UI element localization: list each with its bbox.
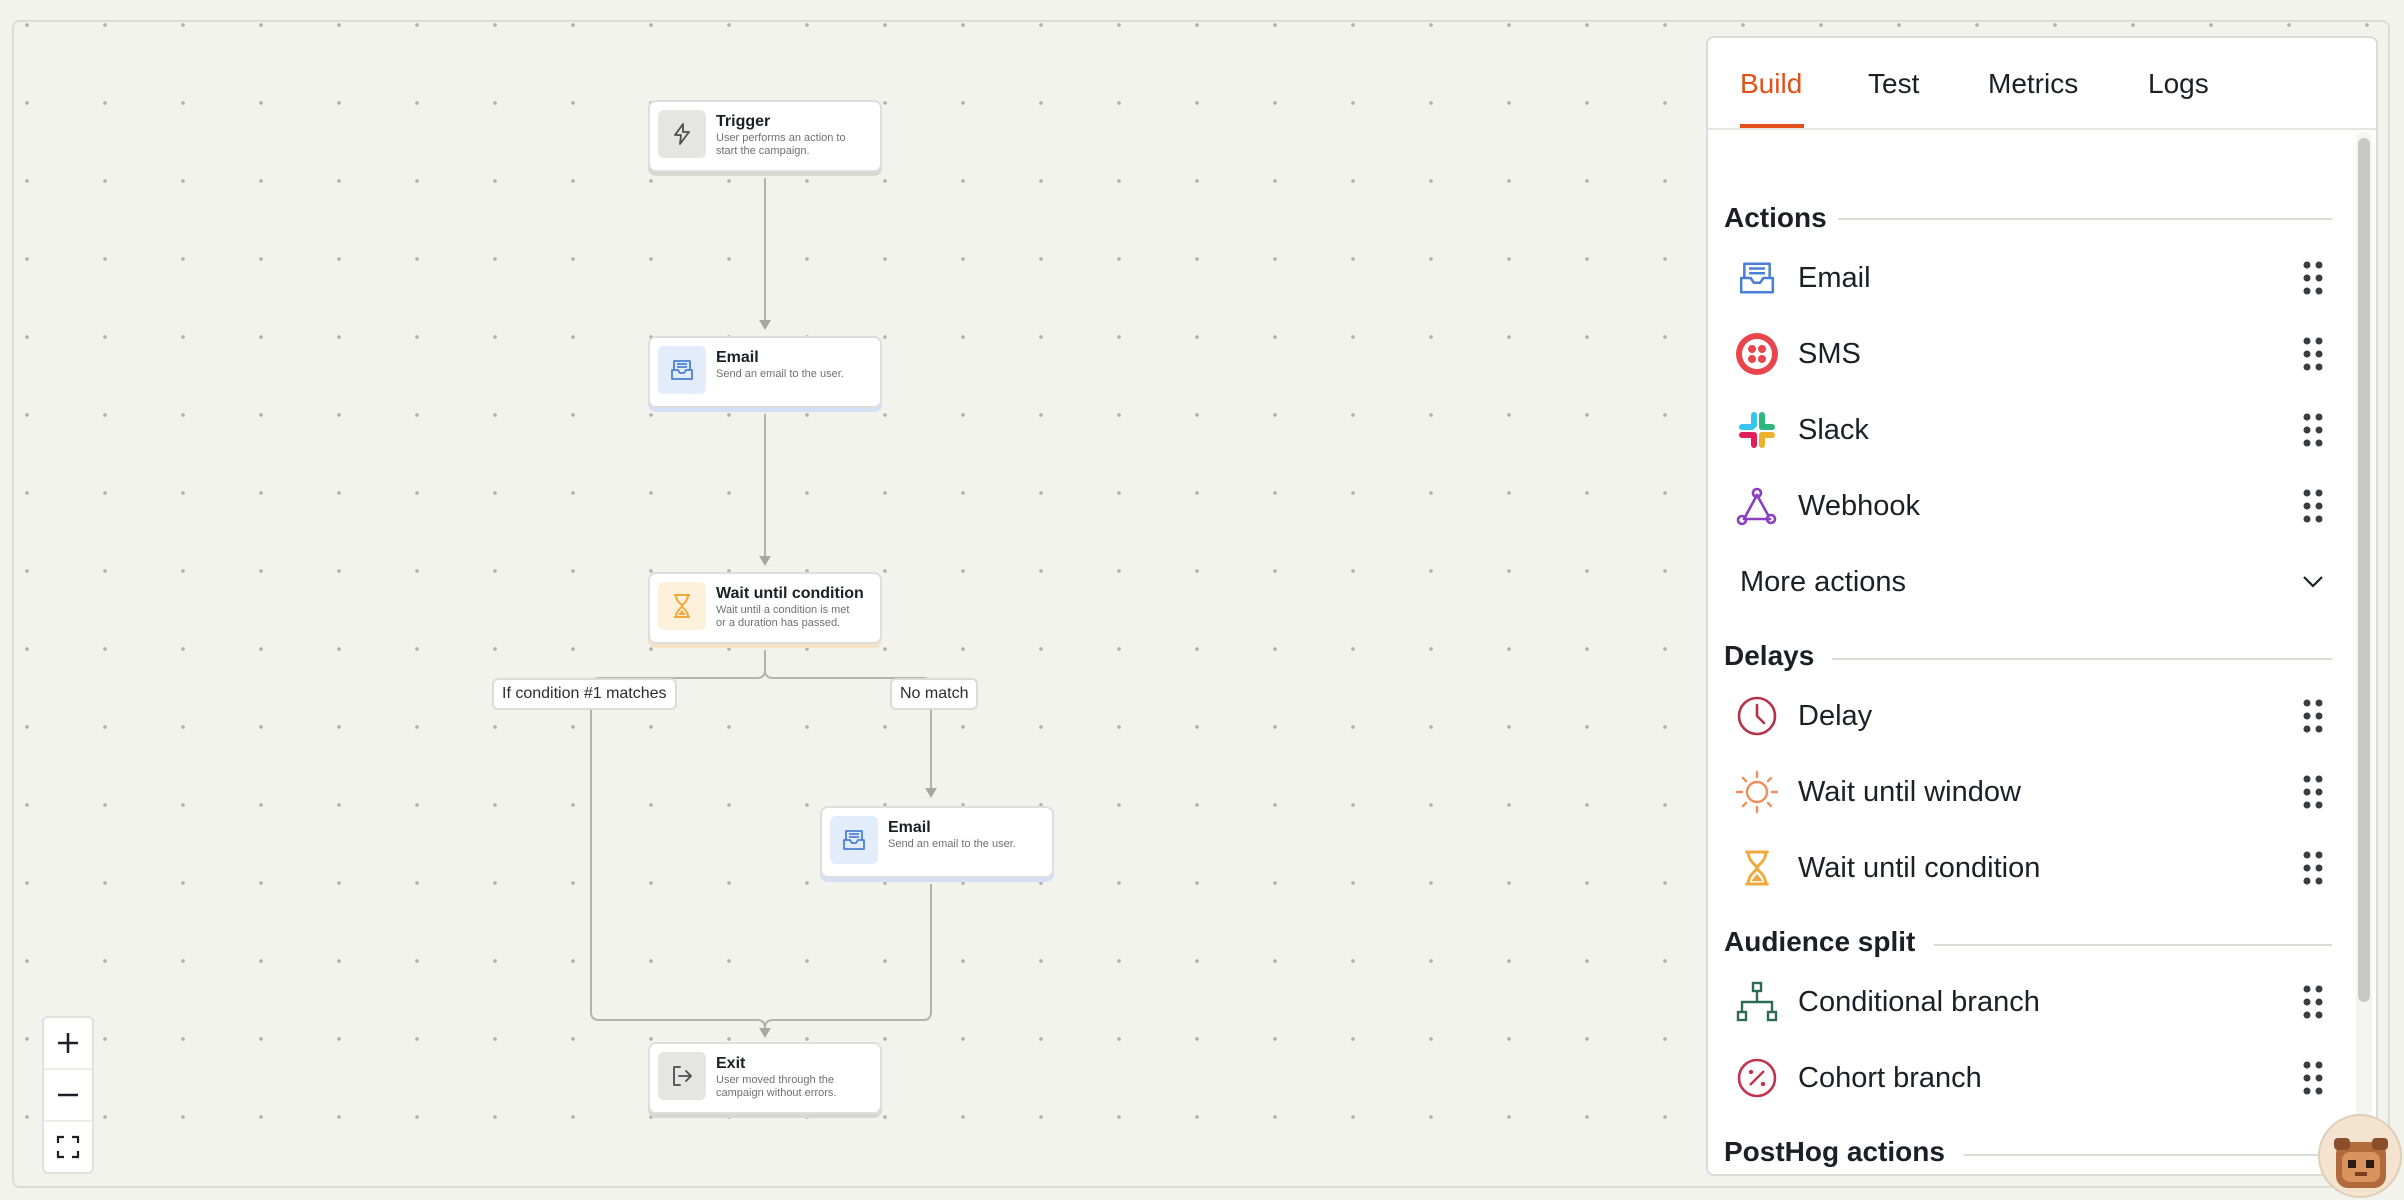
section-divider <box>1964 1154 2332 1156</box>
trigger-node[interactable]: Trigger User performs an action to start … <box>648 100 882 172</box>
action-label: Slack <box>1798 413 1869 446</box>
panel-tabs: Build Test Metrics Logs <box>1708 38 2376 130</box>
split-item-conditional-branch[interactable]: Conditional branch <box>1734 972 2324 1032</box>
avatar-icon <box>2320 1116 2400 1196</box>
active-tab-indicator <box>1740 124 1804 128</box>
section-divider <box>1838 218 2332 220</box>
action-item-email[interactable]: Email <box>1734 248 2324 308</box>
section-title-posthog-actions: PostHog actions <box>1724 1136 1945 1167</box>
hourglass-icon <box>1734 845 1780 891</box>
exit-icon <box>658 1052 706 1100</box>
zoom-in-button[interactable] <box>44 1018 92 1070</box>
node-description: Send an email to the user. <box>888 838 1016 850</box>
more-actions-toggle[interactable]: More actions <box>1740 552 2324 612</box>
node-description: Wait until a condition is met or a durati… <box>716 604 850 629</box>
zoom-controls <box>42 1016 94 1174</box>
minus-icon <box>58 1093 78 1097</box>
drag-handle-icon[interactable] <box>2302 488 2324 524</box>
split-item-cohort-branch[interactable]: Cohort branch <box>1734 1048 2324 1108</box>
drag-handle-icon[interactable] <box>2302 984 2324 1020</box>
node-title: Wait until condition <box>716 585 864 602</box>
delay-item-wait-until-condition[interactable]: Wait until condition <box>1734 838 2324 898</box>
fit-view-button[interactable] <box>44 1122 92 1172</box>
panel-content[interactable]: Actions Email SMS Slack Webhook More act… <box>1708 130 2348 1174</box>
lightning-icon <box>658 110 706 158</box>
plus-icon <box>58 1033 78 1053</box>
zoom-out-button[interactable] <box>44 1070 92 1122</box>
inbox-icon <box>1734 255 1780 301</box>
action-item-webhook[interactable]: Webhook <box>1734 476 2324 536</box>
section-title-actions: Actions <box>1724 202 1827 233</box>
percent-icon <box>1734 1055 1780 1101</box>
section-divider <box>1934 944 2332 946</box>
email-node[interactable]: Email Send an email to the user. <box>648 336 882 408</box>
hourglass-icon <box>658 582 706 630</box>
section-divider <box>1832 658 2332 660</box>
node-description: Send an email to the user. <box>716 368 844 380</box>
chevron-down-icon <box>2303 576 2323 588</box>
more-actions-label: More actions <box>1740 565 1907 598</box>
split-label: Cohort branch <box>1798 1061 1982 1094</box>
section-title-audience-split: Audience split <box>1724 926 1916 957</box>
email-node[interactable]: Email Send an email to the user. <box>820 806 1054 878</box>
action-label: Email <box>1798 261 1871 294</box>
delay-label: Wait until condition <box>1798 851 2041 884</box>
inbox-icon <box>830 816 878 864</box>
action-item-slack[interactable]: Slack <box>1734 400 2324 460</box>
delay-label: Wait until window <box>1798 775 2021 808</box>
action-item-sms[interactable]: SMS <box>1734 324 2324 384</box>
action-label: SMS <box>1798 337 1861 370</box>
inbox-icon <box>658 346 706 394</box>
action-label: Webhook <box>1798 489 1920 522</box>
drag-handle-icon[interactable] <box>2302 850 2324 886</box>
drag-handle-icon[interactable] <box>2302 412 2324 448</box>
twilio-icon <box>1734 331 1780 377</box>
tab-build[interactable]: Build <box>1740 68 1802 100</box>
tab-logs[interactable]: Logs <box>2148 68 2209 100</box>
node-title: Email <box>888 819 931 836</box>
node-title: Trigger <box>716 113 771 130</box>
drag-handle-icon[interactable] <box>2302 698 2324 734</box>
clock-icon <box>1734 693 1780 739</box>
drag-handle-icon[interactable] <box>2302 1060 2324 1096</box>
branch-label-match[interactable]: If condition #1 matches <box>492 678 677 710</box>
drag-handle-icon[interactable] <box>2302 336 2324 372</box>
wait-until-condition-node[interactable]: Wait until condition Wait until a condit… <box>648 572 882 644</box>
fit-view-icon <box>56 1135 80 1159</box>
delay-item-delay[interactable]: Delay <box>1734 686 2324 746</box>
exit-node[interactable]: Exit User moved through the campaign with… <box>648 1042 882 1114</box>
tab-test[interactable]: Test <box>1868 68 1919 100</box>
section-title-delays: Delays <box>1724 640 1815 671</box>
avatar[interactable] <box>2318 1114 2402 1198</box>
webhook-icon <box>1734 483 1780 529</box>
sun-icon <box>1734 769 1780 815</box>
node-title: Email <box>716 349 759 366</box>
build-panel: Build Test Metrics Logs Actions Email SM… <box>1706 36 2378 1176</box>
split-label: Conditional branch <box>1798 985 2040 1018</box>
branch-label-no-match[interactable]: No match <box>890 678 979 710</box>
node-description: User moved through the campaign without e… <box>716 1074 837 1099</box>
drag-handle-icon[interactable] <box>2302 260 2324 296</box>
drag-handle-icon[interactable] <box>2302 774 2324 810</box>
slack-icon <box>1734 407 1780 453</box>
scrollbar-thumb[interactable] <box>2358 138 2370 1002</box>
branch-icon <box>1734 979 1780 1025</box>
delay-label: Delay <box>1798 699 1873 732</box>
tab-metrics[interactable]: Metrics <box>1988 68 2078 100</box>
node-description: User performs an action to start the camp… <box>716 132 846 157</box>
node-title: Exit <box>716 1055 746 1072</box>
delay-item-wait-until-window[interactable]: Wait until window <box>1734 762 2324 822</box>
